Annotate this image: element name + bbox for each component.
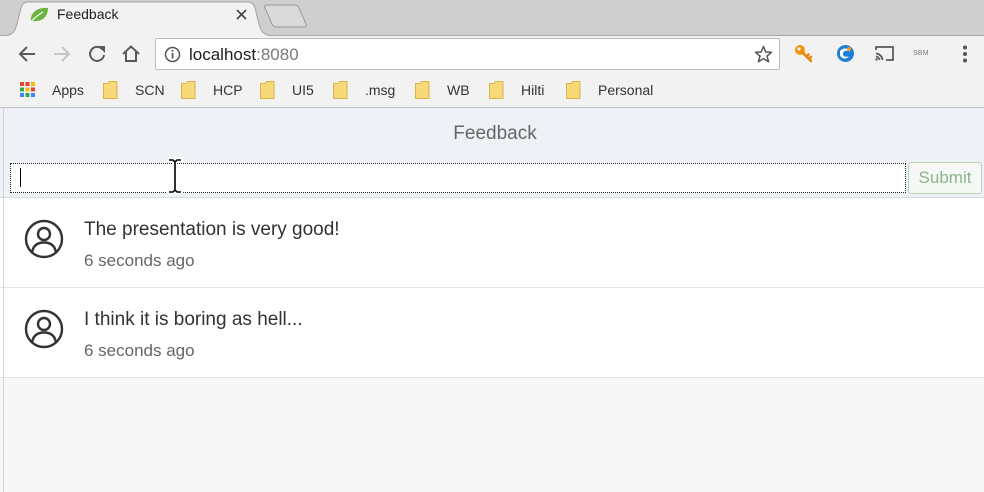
- bookmark-label: UI5: [292, 82, 314, 98]
- spring-leaf-icon: [29, 7, 48, 24]
- person-icon: [24, 309, 64, 349]
- back-arrow-icon[interactable]: [17, 44, 37, 64]
- folder-icon: [566, 81, 581, 99]
- bookmark-label: HCP: [213, 82, 243, 98]
- list-item[interactable]: I think it is boring as hell... 6 second…: [0, 288, 984, 378]
- text-caret: [20, 168, 21, 187]
- feedback-text: The presentation is very good!: [84, 219, 340, 240]
- bookmark-folder-wb[interactable]: WB: [415, 81, 495, 99]
- extension-sbm[interactable]: SBM: [913, 50, 929, 58]
- bookmark-folder-hilti[interactable]: Hilti: [489, 81, 569, 99]
- close-icon[interactable]: [236, 9, 247, 20]
- submit-button[interactable]: Submit: [908, 162, 982, 194]
- tab-title: Feedback: [57, 6, 119, 22]
- new-tab-button[interactable]: [262, 3, 310, 29]
- menu-dots-icon[interactable]: [962, 45, 968, 63]
- bookmark-folder-ui5[interactable]: UI5: [260, 81, 340, 99]
- bookmark-label: WB: [447, 82, 470, 98]
- feedback-timestamp: 6 seconds ago: [84, 251, 195, 270]
- text-cursor-icon: [166, 157, 184, 195]
- globe-icon[interactable]: [836, 44, 855, 63]
- page-header: Feedback Submit: [0, 108, 984, 198]
- feedback-page: Feedback Submit The presentation is very…: [0, 108, 984, 492]
- person-icon: [24, 219, 64, 259]
- feedback-list: The presentation is very good! 6 seconds…: [0, 198, 984, 378]
- feedback-input[interactable]: [10, 163, 906, 193]
- url-host: localhost: [189, 45, 257, 64]
- bookmark-folder-personal[interactable]: Personal: [566, 81, 653, 99]
- bookmark-label: Hilti: [521, 82, 545, 98]
- bookmark-folder-msg[interactable]: .msg: [333, 81, 413, 99]
- apps-grid-icon: [20, 82, 35, 97]
- url-port: :8080: [256, 45, 299, 64]
- folder-icon: [333, 81, 348, 99]
- folder-icon: [260, 81, 275, 99]
- forward-arrow-icon[interactable]: [52, 44, 72, 64]
- bookmark-apps[interactable]: Apps: [20, 81, 100, 99]
- star-icon[interactable]: [754, 45, 773, 64]
- url-text[interactable]: localhost:8080: [189, 45, 299, 64]
- feedback-timestamp: 6 seconds ago: [84, 341, 195, 360]
- page-left-border: [3, 108, 4, 492]
- home-icon[interactable]: [121, 44, 141, 64]
- browser-toolbar: localhost:8080 SBM: [0, 36, 984, 72]
- bookmark-folder-scn[interactable]: SCN: [103, 81, 183, 99]
- page-title: Feedback: [453, 123, 537, 144]
- reload-icon[interactable]: [87, 44, 107, 64]
- bookmarks-bar: Apps SCN HCP UI5 .msg WB Hilti Personal: [0, 72, 984, 108]
- bookmark-label: SCN: [135, 82, 165, 98]
- folder-icon: [181, 81, 196, 99]
- folder-icon: [489, 81, 504, 99]
- list-item[interactable]: The presentation is very good! 6 seconds…: [0, 198, 984, 288]
- bookmark-label: Personal: [598, 82, 654, 98]
- key-icon[interactable]: [794, 44, 813, 63]
- tab-strip: Feedback: [0, 0, 984, 36]
- feedback-text: I think it is boring as hell...: [84, 309, 303, 330]
- bookmark-label: .msg: [365, 82, 396, 98]
- address-bar[interactable]: localhost:8080: [155, 38, 780, 70]
- cast-icon[interactable]: [874, 45, 895, 62]
- info-icon[interactable]: [164, 46, 181, 63]
- bookmark-label: Apps: [52, 82, 84, 98]
- bookmark-folder-hcp[interactable]: HCP: [181, 81, 261, 99]
- tab-feedback[interactable]: Feedback: [4, 0, 276, 36]
- folder-icon: [415, 81, 430, 99]
- folder-icon: [103, 81, 118, 99]
